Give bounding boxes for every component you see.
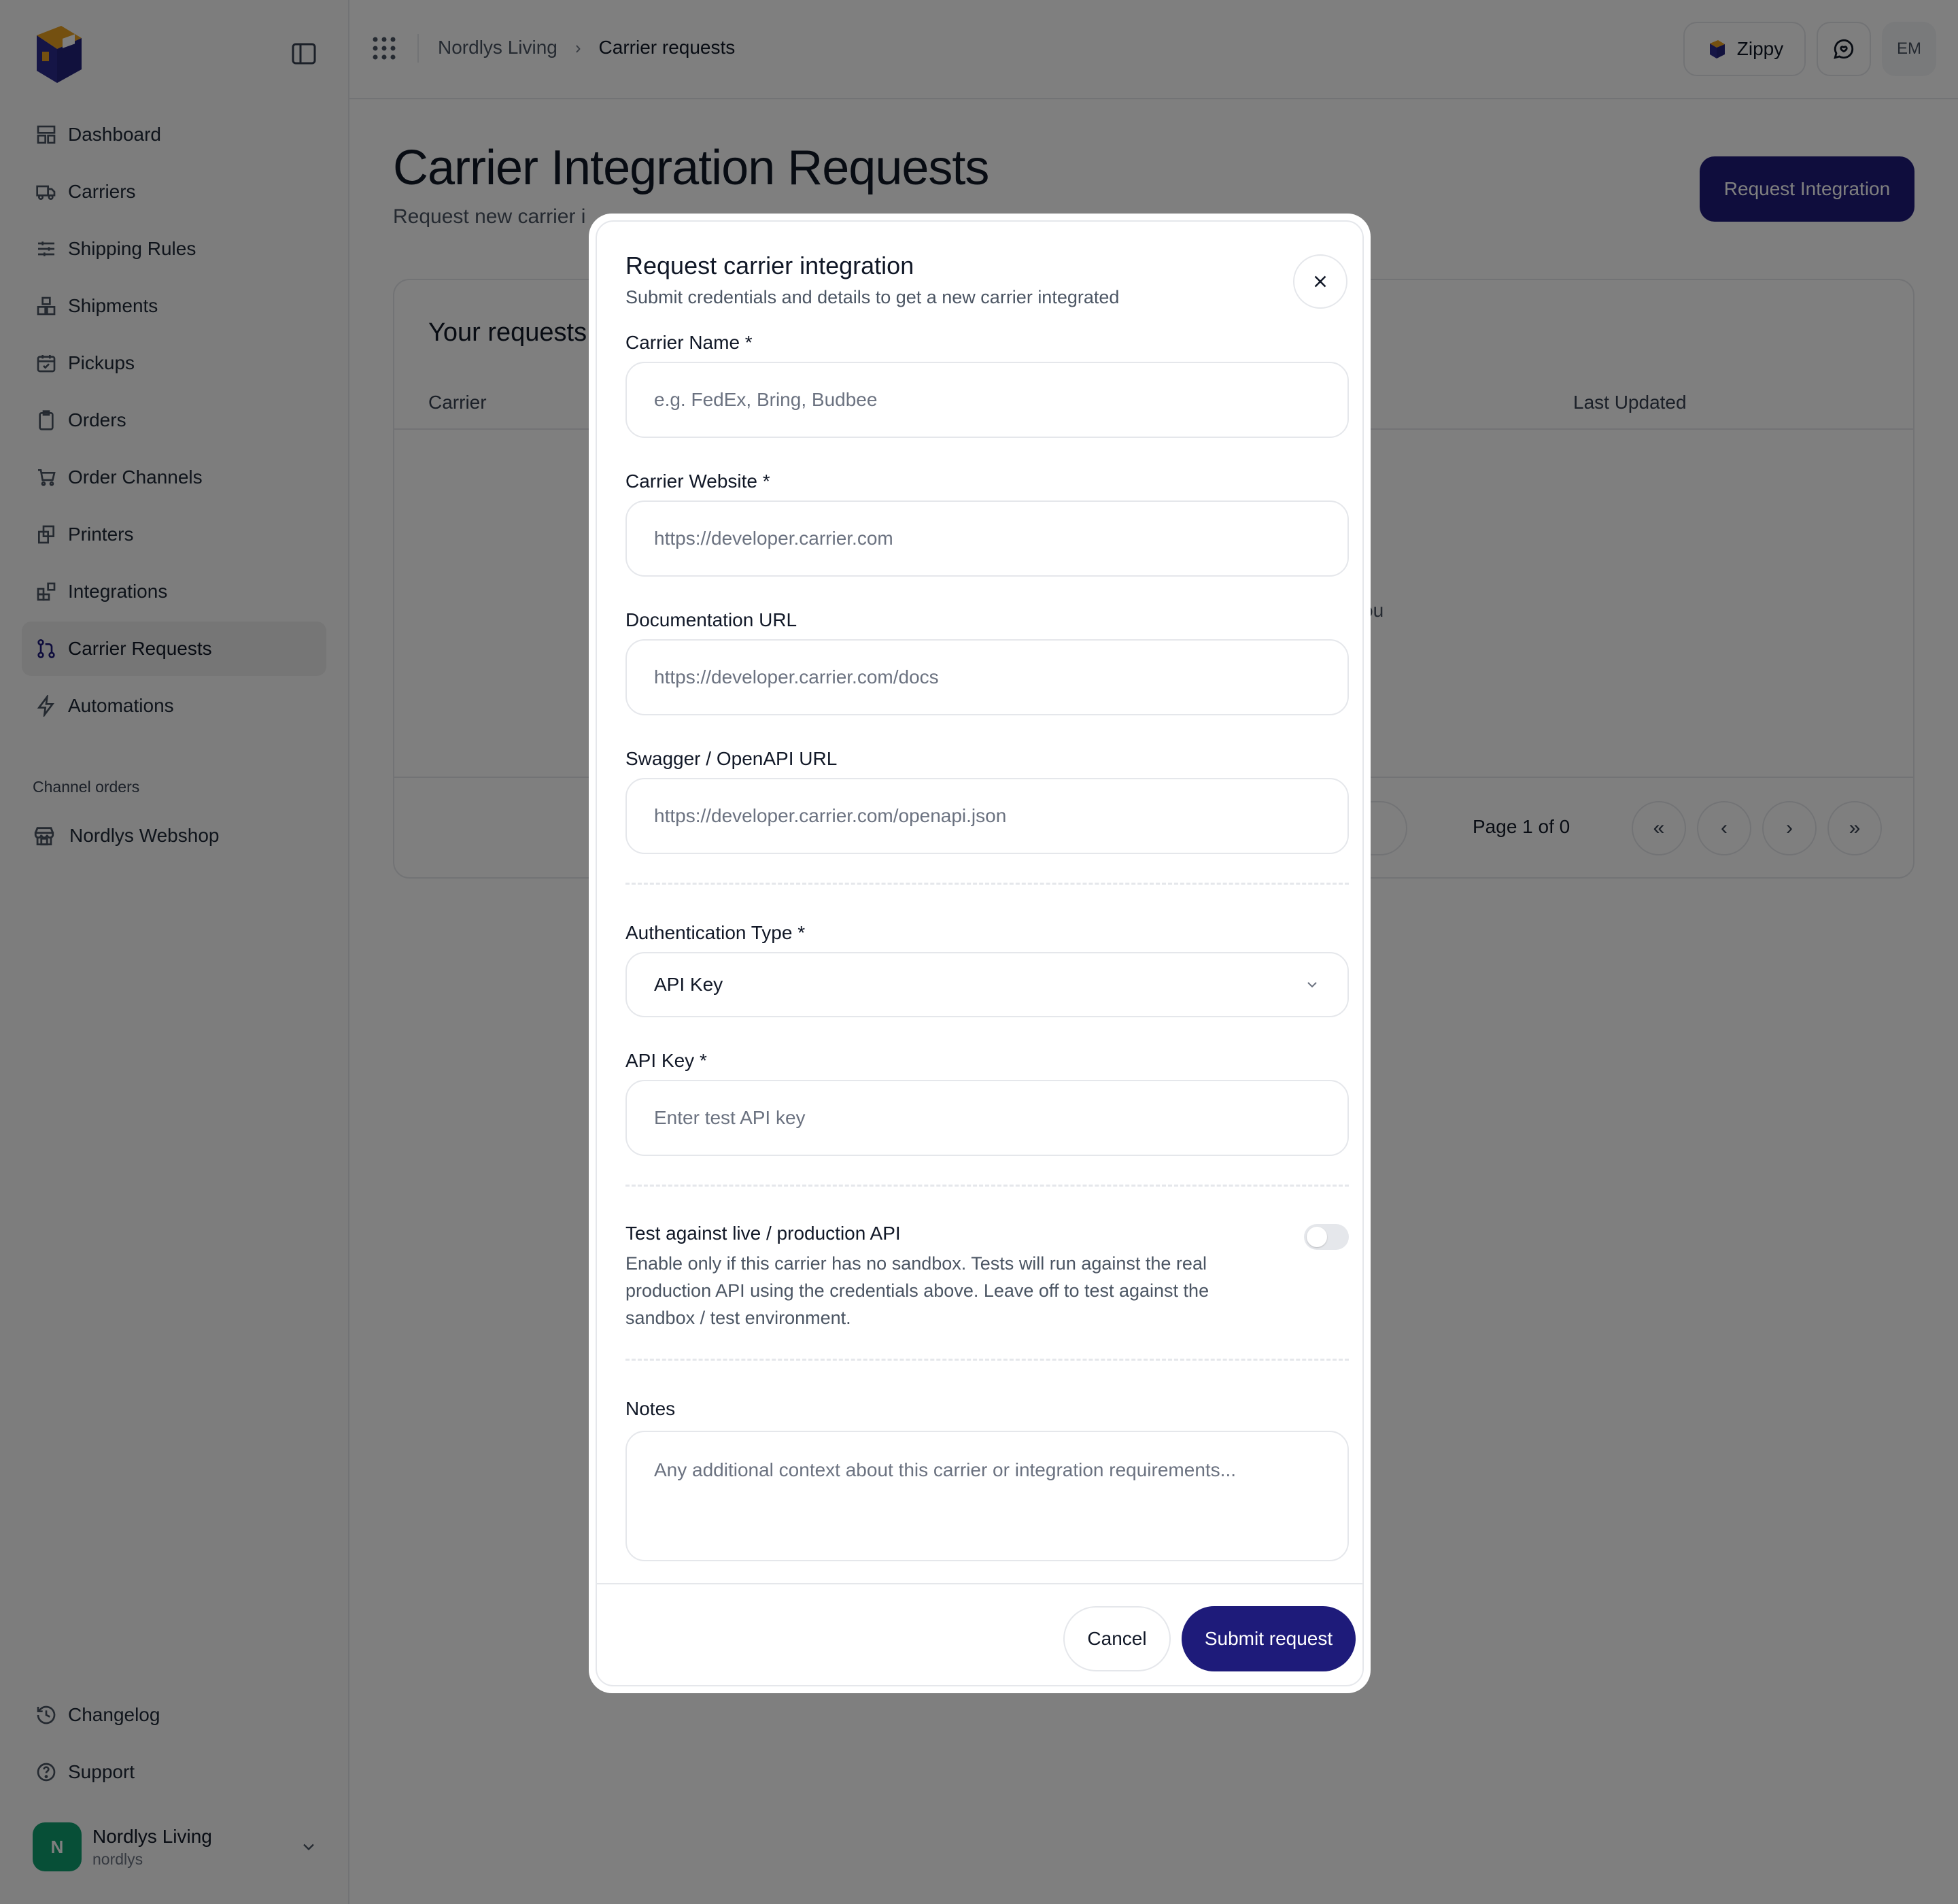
carrier-website-input[interactable] bbox=[625, 500, 1349, 577]
carrier-website-label: Carrier Website * bbox=[625, 471, 770, 492]
section-divider bbox=[625, 883, 1349, 885]
cancel-button[interactable]: Cancel bbox=[1063, 1606, 1171, 1671]
live-api-description: Enable only if this carrier has no sandb… bbox=[625, 1253, 1209, 1328]
documentation-url-input[interactable] bbox=[625, 639, 1349, 715]
notes-label: Notes bbox=[625, 1398, 676, 1419]
api-key-label: API Key * bbox=[625, 1050, 707, 1071]
section-divider bbox=[625, 1359, 1349, 1361]
carrier-name-label: Carrier Name * bbox=[625, 332, 753, 353]
live-api-toggle[interactable] bbox=[1304, 1224, 1349, 1250]
close-icon bbox=[1314, 275, 1326, 288]
section-divider bbox=[625, 1185, 1349, 1187]
modal-title: Request carrier integration bbox=[625, 252, 914, 279]
close-button[interactable] bbox=[1293, 254, 1347, 309]
auth-type-value: API Key bbox=[654, 974, 723, 995]
carrier-name-input[interactable] bbox=[625, 362, 1349, 438]
notes-textarea[interactable] bbox=[625, 1431, 1349, 1561]
modal-frame: Request carrier integration Submit crede… bbox=[596, 220, 1364, 1686]
chevron-down-icon bbox=[1307, 982, 1317, 988]
auth-type-label: Authentication Type * bbox=[625, 922, 806, 943]
toggle-knob bbox=[1307, 1227, 1327, 1247]
documentation-url-label: Documentation URL bbox=[625, 609, 797, 630]
modal-footer-divider bbox=[597, 1583, 1362, 1584]
submit-request-button[interactable]: Submit request bbox=[1182, 1606, 1356, 1671]
auth-type-select[interactable]: API Key bbox=[625, 952, 1349, 1017]
swagger-url-input[interactable] bbox=[625, 778, 1349, 854]
modal-subtitle: Submit credentials and details to get a … bbox=[625, 287, 1120, 307]
request-carrier-modal: Request carrier integration Submit crede… bbox=[589, 214, 1371, 1693]
live-api-title: Test against live / production API bbox=[625, 1223, 901, 1244]
swagger-url-label: Swagger / OpenAPI URL bbox=[625, 748, 838, 769]
api-key-input[interactable] bbox=[625, 1080, 1349, 1156]
